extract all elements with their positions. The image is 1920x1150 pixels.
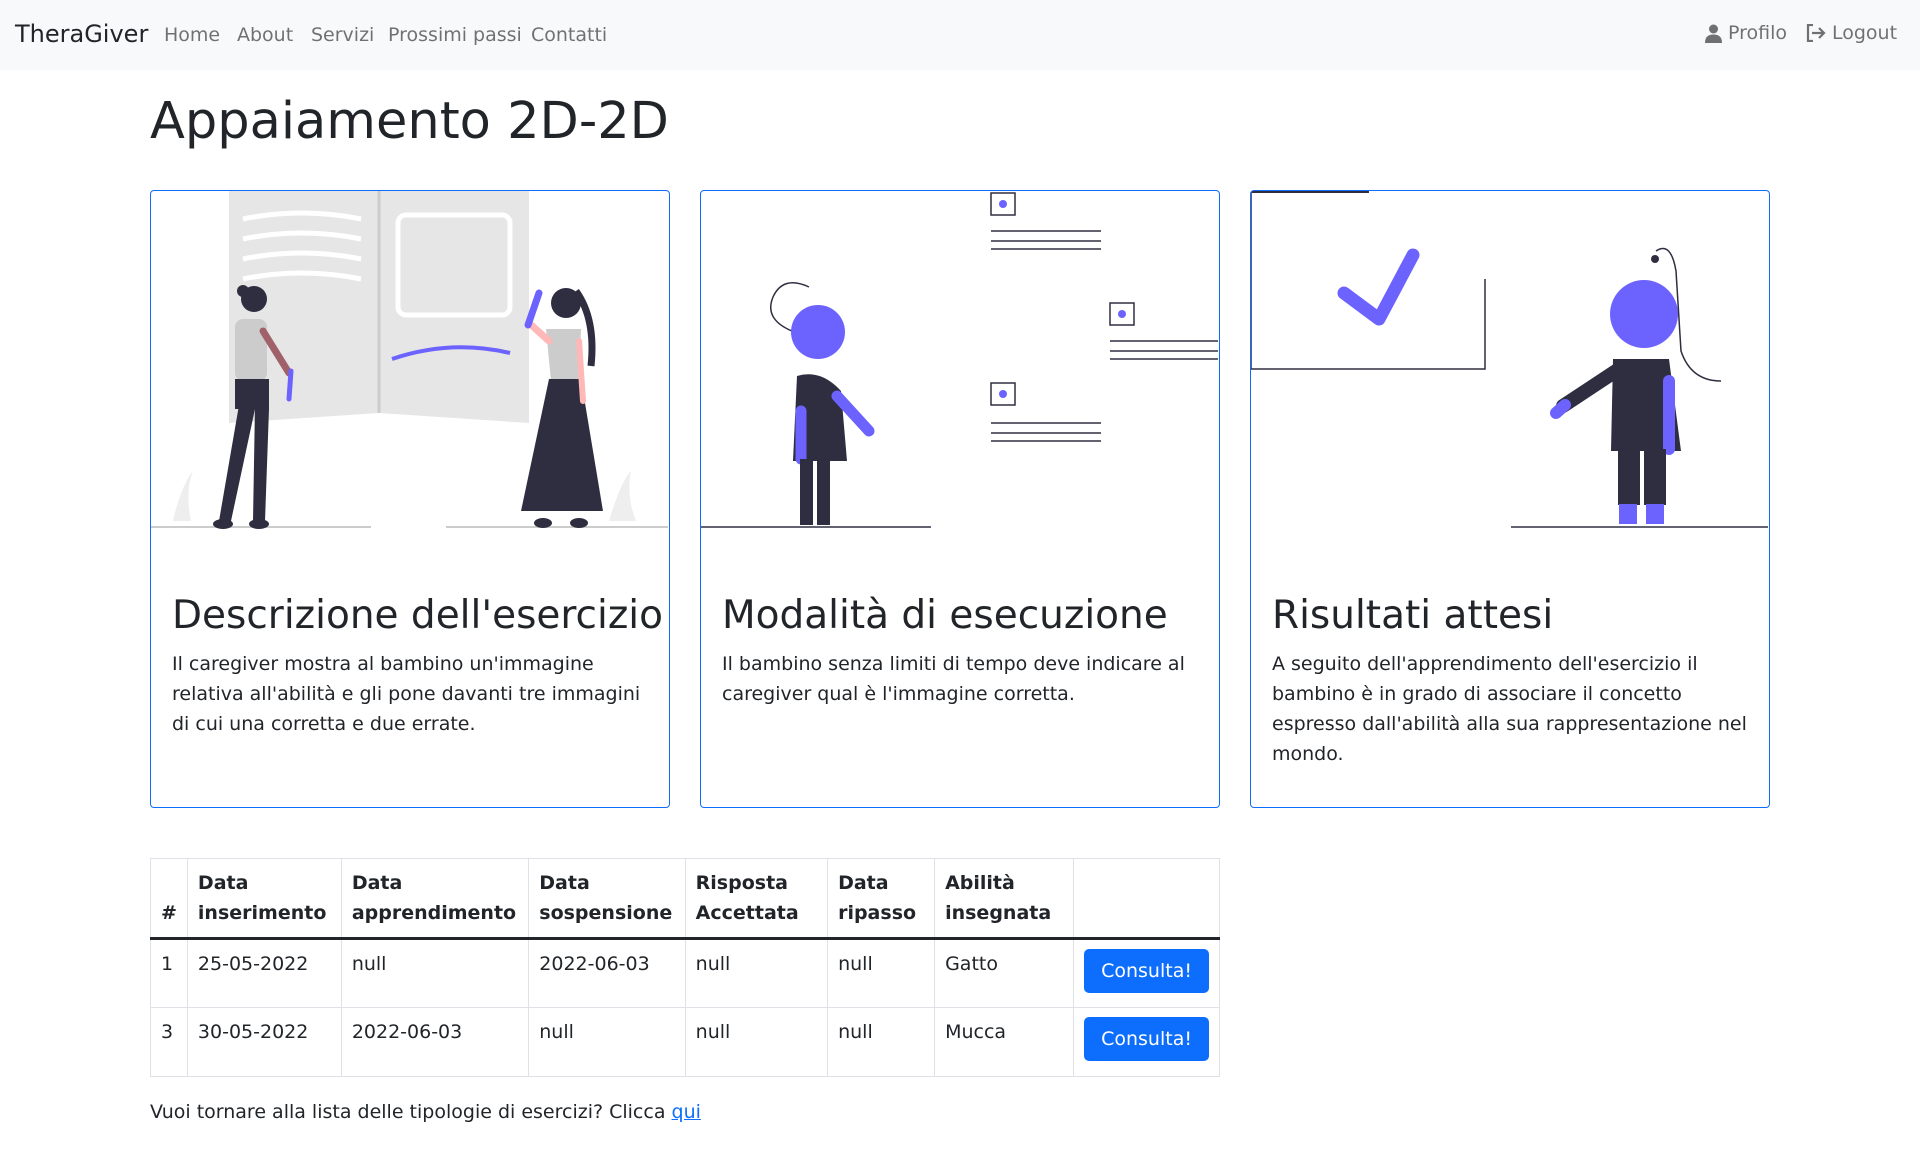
- card-modalita-text: Il bambino senza limiti di tempo deve in…: [722, 653, 1185, 705]
- two-women-open-book-illustration: [151, 191, 668, 529]
- cell-abilita-insegnata: Gatto: [934, 938, 1075, 1008]
- nav-logout[interactable]: Logout: [1806, 22, 1897, 44]
- logout-icon: [1806, 24, 1826, 42]
- col-header-data-apprendimento: Data apprendimento: [340, 858, 530, 940]
- navbar: TheraGiver Home About Servizi Prossimi p…: [0, 0, 1920, 70]
- cell-risposta-accettata: null: [684, 1007, 829, 1077]
- card-modalita-title: Modalità di esecuzione: [722, 593, 1168, 638]
- nav-logout-label: Logout: [1832, 22, 1898, 44]
- cell-id: 1: [150, 938, 188, 1008]
- nav-link-about[interactable]: About: [237, 24, 293, 46]
- cell-data-sospensione: 2022-06-03: [528, 938, 686, 1008]
- nav-profile[interactable]: Profilo: [1705, 22, 1787, 44]
- cell-abilita-insegnata: Mucca: [934, 1007, 1075, 1077]
- table-row: 3 30-05-2022 2022-06-03 null null null M…: [150, 1007, 1220, 1077]
- back-to-list-text: Vuoi tornare alla lista delle tipologie …: [150, 1101, 701, 1123]
- user-icon: [1705, 24, 1722, 43]
- card-risultati: Risultati attesi A seguito dell'apprendi…: [1250, 190, 1770, 808]
- cell-data-ripasso: null: [827, 938, 936, 1008]
- cell-data-ripasso: null: [827, 1007, 936, 1077]
- card-modalita: Modalità di esecuzione Il bambino senza …: [700, 190, 1220, 808]
- col-header-data-ripasso: Data ripasso: [827, 858, 936, 940]
- col-header-data-inserimento: Data inserimento: [186, 858, 342, 940]
- nav-link-prossimi-passi[interactable]: Prossimi passi: [388, 24, 522, 46]
- card-risultati-title: Risultati attesi: [1272, 593, 1554, 638]
- table-header-row: # Data inserimento Data apprendimento Da…: [150, 858, 1220, 940]
- col-header-id: #: [150, 858, 188, 940]
- cell-action: Consulta!: [1073, 938, 1220, 1008]
- col-header-risposta-accettata: Risposta Accettata: [684, 858, 829, 940]
- cell-data-inserimento: 30-05-2022: [186, 1007, 342, 1077]
- col-header-data-sospensione: Data sospensione: [528, 858, 686, 940]
- person-checkmark-board-illustration: [1251, 191, 1768, 528]
- consulta-button[interactable]: Consulta!: [1084, 949, 1209, 993]
- cell-action: Consulta!: [1073, 1007, 1220, 1077]
- nav-link-servizi[interactable]: Servizi: [311, 24, 374, 46]
- card-descrizione-text: Il caregiver mostra al bambino un'immagi…: [172, 653, 641, 735]
- consulta-button[interactable]: Consulta!: [1084, 1017, 1209, 1061]
- cell-data-apprendimento: null: [340, 938, 530, 1008]
- person-choosing-options-illustration: [701, 192, 1218, 528]
- cell-data-sospensione: null: [528, 1007, 686, 1077]
- cell-data-inserimento: 25-05-2022: [186, 938, 342, 1008]
- card-risultati-text: A seguito dell'apprendimento dell'eserci…: [1272, 653, 1747, 765]
- nav-link-home[interactable]: Home: [164, 24, 220, 46]
- back-to-list-link[interactable]: qui: [672, 1101, 701, 1123]
- nav-link-contatti[interactable]: Contatti: [531, 24, 607, 46]
- navbar-brand[interactable]: TheraGiver: [15, 20, 148, 48]
- card-descrizione: Descrizione dell'esercizio Il caregiver …: [150, 190, 670, 808]
- col-header-action: [1073, 858, 1220, 940]
- page-title: Appaiamento 2D-2D: [150, 92, 669, 151]
- back-to-list-label: Vuoi tornare alla lista delle tipologie …: [150, 1101, 666, 1123]
- cell-risposta-accettata: null: [684, 938, 829, 1008]
- card-descrizione-title: Descrizione dell'esercizio: [172, 593, 664, 638]
- nav-profile-label: Profilo: [1728, 22, 1788, 44]
- table-row: 1 25-05-2022 null 2022-06-03 null null G…: [150, 938, 1220, 1008]
- cell-id: 3: [150, 1007, 188, 1077]
- exercise-records-table: # Data inserimento Data apprendimento Da…: [150, 858, 1220, 1077]
- col-header-abilita-insegnata: Abilità insegnata: [934, 858, 1075, 940]
- cell-data-apprendimento: 2022-06-03: [340, 1007, 530, 1077]
